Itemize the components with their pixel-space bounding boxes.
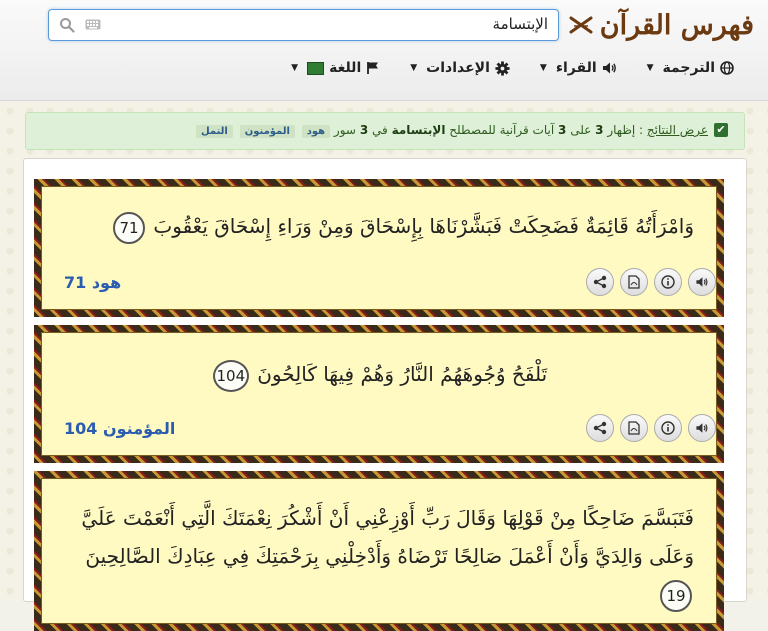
- logo-title: فهرس القرآن: [599, 9, 754, 41]
- flag-icon: [367, 62, 379, 74]
- verse-text-block: فَتَبَسَّمَ ضَاحِكًا مِنْ قَوْلِهَا وَقَ…: [64, 499, 694, 613]
- pdf-icon: [628, 275, 640, 289]
- caret-down-icon: ▼: [539, 63, 547, 73]
- menu-settings[interactable]: الإعدادات ▼: [410, 60, 510, 76]
- verse-reference[interactable]: المؤمنون 104: [64, 419, 175, 438]
- verse-text: تَلْفَحُ وُجُوهَهُمُ النَّارُ وَهُمْ فِي…: [257, 362, 548, 386]
- menu-language[interactable]: اللغة ▼: [291, 60, 380, 76]
- share-button[interactable]: [586, 414, 614, 442]
- play-audio-button[interactable]: [688, 414, 716, 442]
- verse-text: وَامْرَأَتُهُ قَائِمَةٌ فَضَحِكَتْ فَبَش…: [153, 214, 694, 238]
- info-button[interactable]: [654, 268, 682, 296]
- search-input[interactable]: الإبتسامة: [493, 15, 548, 33]
- verse-card-inner: وَامْرَأَتُهُ قَائِمَةٌ فَضَحِكَتْ فَبَش…: [41, 186, 717, 310]
- verse-text: فَتَبَسَّمَ ضَاحِكًا مِنْ قَوْلِهَا وَقَ…: [81, 506, 694, 568]
- info-icon: [661, 275, 675, 289]
- share-icon: [593, 421, 607, 435]
- menu-translation[interactable]: الترجمة ▼: [647, 60, 734, 76]
- info-button[interactable]: [654, 414, 682, 442]
- menu-settings-label: الإعدادات: [426, 60, 490, 76]
- verse-number: 71: [113, 211, 146, 244]
- caret-down-icon: ▼: [646, 63, 654, 73]
- info-icon: [661, 421, 675, 435]
- site-logo[interactable]: فهرس القرآن: [568, 8, 754, 42]
- pdf-button[interactable]: [620, 268, 648, 296]
- caret-down-icon: ▼: [291, 63, 299, 73]
- share-button[interactable]: [586, 268, 614, 296]
- verse-actions: [586, 414, 716, 442]
- verse-text-block: تَلْفَحُ وُجُوهَهُمُ النَّارُ وَهُمْ فِي…: [64, 355, 694, 393]
- pdf-icon: [628, 421, 640, 435]
- surah-tag-naml[interactable]: النمل: [195, 125, 233, 138]
- top-header: فهرس القرآن الإبتسامة الترجمة ▼ القراء ▼…: [0, 0, 768, 101]
- verse-number: 19: [660, 579, 692, 612]
- verse-card: تَلْفَحُ وُجُوهَهُمُ النَّارُ وَهُمْ فِي…: [34, 325, 724, 463]
- speaker-icon: [696, 277, 708, 287]
- search-box[interactable]: الإبتسامة: [48, 9, 559, 41]
- speaker-icon: [696, 423, 708, 433]
- caret-down-icon: ▼: [410, 63, 418, 73]
- play-audio-button[interactable]: [688, 268, 716, 296]
- results-summary: عرض النتائج : إظهار 3 على 3 آيات قرآنية …: [193, 123, 708, 138]
- menu-translation-label: الترجمة: [662, 60, 715, 76]
- surah-tag-muminun[interactable]: المؤمنون: [239, 125, 295, 138]
- menu-reciter[interactable]: القراء ▼: [540, 60, 617, 76]
- verse-actions: [586, 268, 716, 296]
- search-icon[interactable]: [59, 17, 75, 33]
- top-menu: الترجمة ▼ القراء ▼ الإعدادات ▼ اللغة ▼: [291, 60, 734, 76]
- gear-icon: [495, 60, 510, 76]
- keyboard-icon[interactable]: [85, 19, 101, 30]
- globe-icon: [720, 61, 734, 75]
- speaker-icon: [602, 62, 616, 74]
- menu-language-label: اللغة: [329, 60, 362, 76]
- saudi-flag-icon: [307, 61, 325, 75]
- verse-card: فَتَبَسَّمَ ضَاحِكًا مِنْ قَوْلِهَا وَقَ…: [34, 471, 724, 631]
- verse-card-inner: تَلْفَحُ وُجُوهَهُمُ النَّارُ وَهُمْ فِي…: [41, 332, 717, 456]
- quran-stand-icon: [569, 16, 593, 34]
- verse-card-inner: فَتَبَسَّمَ ضَاحِكًا مِنْ قَوْلِهَا وَقَ…: [41, 478, 717, 624]
- share-icon: [593, 275, 607, 289]
- verse-reference[interactable]: هود 71: [64, 273, 121, 292]
- verse-card: وَامْرَأَتُهُ قَائِمَةٌ فَضَحِكَتْ فَبَش…: [34, 179, 724, 317]
- check-icon: ✔: [714, 123, 728, 137]
- verse-number: 104: [212, 359, 249, 392]
- results-toggle-link[interactable]: عرض النتائج: [647, 123, 708, 137]
- verse-text-block: وَامْرَأَتُهُ قَائِمَةٌ فَضَحِكَتْ فَبَش…: [64, 207, 694, 245]
- surah-tag-hud[interactable]: هود: [301, 125, 331, 138]
- results-notice: ✔ عرض النتائج : إظهار 3 على 3 آيات قرآني…: [25, 112, 745, 150]
- menu-reciter-label: القراء: [555, 60, 597, 76]
- pdf-button[interactable]: [620, 414, 648, 442]
